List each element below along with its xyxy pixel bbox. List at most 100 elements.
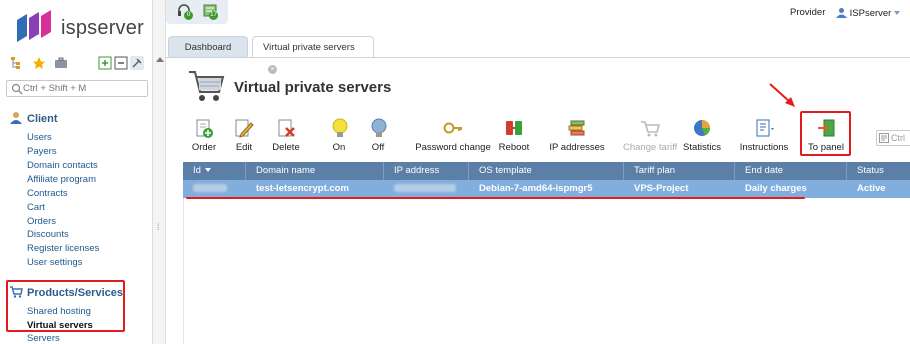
expand-all-icon[interactable] bbox=[98, 56, 112, 70]
column-header-tariff-plan[interactable]: Tariff plan bbox=[624, 162, 735, 180]
splitter-grip-icon[interactable]: ⁞ bbox=[157, 222, 160, 232]
provider-label[interactable]: Provider bbox=[790, 7, 825, 18]
search-icon bbox=[11, 83, 23, 95]
column-header-id[interactable]: Id bbox=[183, 162, 246, 180]
edit-button[interactable]: Edit bbox=[233, 117, 255, 153]
isp-logo-icon bbox=[17, 10, 51, 42]
redacted-id bbox=[193, 184, 227, 192]
sidebar-item-payers[interactable]: Payers bbox=[27, 146, 57, 157]
sidebar-item-cart[interactable]: Cart bbox=[27, 202, 45, 213]
ip-addresses-label: IP addresses bbox=[549, 142, 605, 153]
pin-icon[interactable] bbox=[130, 56, 144, 70]
sidebar-item-servers[interactable]: Servers bbox=[27, 333, 60, 344]
scroll-up-arrow-icon[interactable] bbox=[156, 57, 164, 62]
sidebar-splitter[interactable]: ⁞ bbox=[152, 0, 166, 344]
cell-os-template: Debian-7-amd64-ispmgr5 bbox=[479, 183, 593, 194]
statistics-button[interactable]: Statistics bbox=[682, 117, 722, 153]
off-button[interactable]: Off bbox=[368, 117, 388, 153]
logo: ispserver bbox=[15, 8, 155, 44]
order-button[interactable]: Order bbox=[189, 117, 219, 153]
bulb-on-icon bbox=[332, 118, 348, 137]
sidebar-group-client[interactable]: Client bbox=[9, 111, 58, 125]
on-label: On bbox=[332, 142, 346, 153]
ip-addresses-button[interactable]: IP addresses bbox=[549, 117, 605, 153]
user-menu[interactable]: ISPserver bbox=[836, 7, 901, 19]
password-change-label: Password change bbox=[415, 142, 491, 153]
sidebar-item-contracts[interactable]: Contracts bbox=[27, 188, 68, 199]
instructions-button[interactable]: Instructions bbox=[739, 117, 789, 153]
redacted-ip bbox=[394, 184, 456, 192]
sort-desc-icon bbox=[204, 168, 211, 172]
table-row[interactable]: test-letsencrypt.com Debian-7-amd64-ispm… bbox=[183, 180, 910, 198]
cell-end-date: Daily charges bbox=[745, 183, 807, 194]
sidebar-item-affiliate-program[interactable]: Affiliate program bbox=[27, 174, 96, 185]
tab-dashboard[interactable]: Dashboard bbox=[168, 36, 248, 58]
password-change-button[interactable]: Password change bbox=[414, 117, 492, 153]
brand-name: ispserver bbox=[61, 17, 144, 39]
tab-vps-label: Virtual private servers bbox=[263, 42, 355, 53]
sidebar-item-domain-contacts[interactable]: Domain contacts bbox=[27, 160, 98, 171]
column-header-ip-address[interactable]: IP address bbox=[384, 162, 469, 180]
column-header-end-date[interactable]: End date bbox=[735, 162, 847, 180]
sidebar-item-user-settings[interactable]: User settings bbox=[27, 257, 82, 268]
sidebar-tools bbox=[8, 56, 148, 72]
annotation-highlight-to-panel bbox=[800, 111, 851, 156]
cell-ip-address bbox=[384, 180, 469, 198]
support-badge: 0 bbox=[184, 11, 193, 20]
table-body-empty bbox=[183, 198, 910, 344]
notifications-badge: 17 bbox=[209, 11, 218, 20]
delete-icon bbox=[278, 119, 295, 137]
statistics-label: Statistics bbox=[682, 142, 721, 153]
reboot-label: Reboot bbox=[498, 142, 530, 153]
column-header-os-template[interactable]: OS template bbox=[469, 162, 624, 180]
sidebar-item-register-licenses[interactable]: Register licenses bbox=[27, 243, 99, 254]
tree-icon[interactable] bbox=[10, 56, 24, 70]
sidebar-search-input[interactable] bbox=[23, 82, 143, 95]
briefcase-icon[interactable] bbox=[54, 56, 68, 70]
client-icon bbox=[10, 112, 22, 124]
shopping-cart-icon bbox=[189, 71, 225, 101]
column-header-id-label: Id bbox=[193, 165, 201, 176]
reboot-icon bbox=[506, 121, 522, 135]
table-header: Id Domain name IP address OS template Ta… bbox=[183, 162, 910, 180]
cell-tariff-plan: VPS-Project bbox=[634, 183, 689, 194]
reboot-button[interactable]: Reboot bbox=[497, 117, 531, 153]
change-tariff-button[interactable]: Change tariff bbox=[623, 117, 677, 153]
sidebar-search[interactable] bbox=[6, 80, 148, 97]
close-icon[interactable]: × bbox=[268, 65, 277, 74]
pie-chart-icon bbox=[694, 120, 711, 136]
toolbar-search-input[interactable]: Ctrl bbox=[876, 130, 910, 146]
on-button[interactable]: On bbox=[329, 117, 349, 153]
edit-icon bbox=[235, 119, 254, 138]
tab-virtual-private-servers[interactable]: Virtual private servers × bbox=[252, 36, 374, 74]
column-header-status[interactable]: Status bbox=[847, 162, 910, 180]
annotation-underline bbox=[186, 197, 805, 199]
cell-status: Active bbox=[857, 183, 886, 194]
page-title: Virtual private servers bbox=[234, 79, 392, 96]
user-icon bbox=[836, 8, 847, 18]
cell-id bbox=[183, 180, 246, 198]
order-icon bbox=[196, 119, 213, 138]
star-icon[interactable] bbox=[32, 56, 46, 70]
column-header-domain-name[interactable]: Domain name bbox=[246, 162, 384, 180]
sidebar: ispserver Client Users Payers Domain con… bbox=[0, 0, 152, 344]
ip-addresses-icon bbox=[568, 120, 585, 136]
delete-button[interactable]: Delete bbox=[270, 117, 302, 153]
sidebar-item-orders[interactable]: Orders bbox=[27, 216, 56, 227]
annotation-arrow-icon bbox=[769, 83, 795, 107]
off-label: Off bbox=[371, 142, 385, 153]
toolbar-search-placeholder: Ctrl bbox=[891, 133, 905, 143]
edit-label: Edit bbox=[235, 142, 253, 153]
search-icon bbox=[879, 133, 889, 143]
bulb-off-icon bbox=[371, 118, 387, 137]
sidebar-item-discounts[interactable]: Discounts bbox=[27, 229, 69, 240]
collapse-all-icon[interactable] bbox=[114, 56, 128, 70]
annotation-highlight-products bbox=[6, 280, 125, 332]
tabs-divider bbox=[166, 57, 910, 58]
key-icon bbox=[443, 122, 462, 134]
user-name: ISPserver bbox=[849, 8, 892, 19]
top-status-area: 0 17 bbox=[166, 0, 228, 24]
change-tariff-icon bbox=[641, 121, 661, 137]
cell-domain-name: test-letsencrypt.com bbox=[256, 183, 349, 194]
sidebar-item-users[interactable]: Users bbox=[27, 132, 52, 143]
